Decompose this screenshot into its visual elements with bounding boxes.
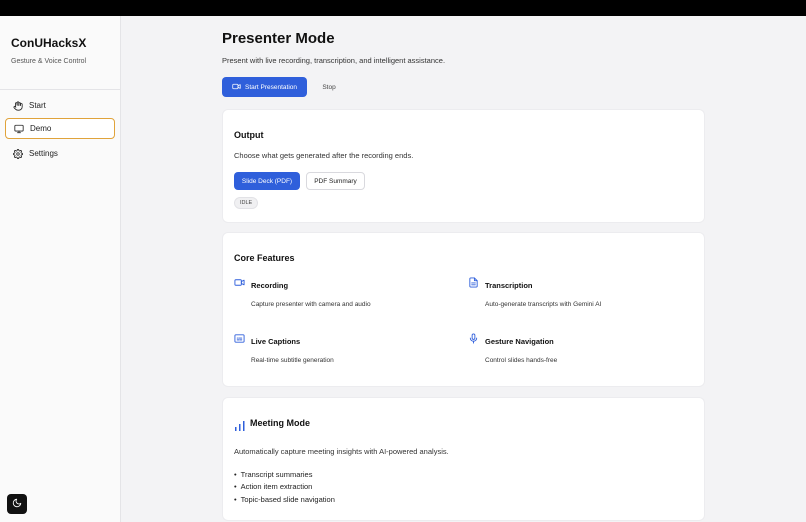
start-presentation-button[interactable]: Start Presentation bbox=[222, 77, 307, 97]
status-badge: IDLE bbox=[234, 197, 259, 209]
meeting-mode-title: Meeting Mode bbox=[250, 418, 310, 428]
feature-title: Recording bbox=[251, 281, 289, 290]
meeting-mode-card: Meeting Mode Automatically capture meeti… bbox=[222, 397, 705, 521]
sidebar-item-start[interactable]: Start bbox=[5, 95, 115, 116]
stop-button[interactable]: Stop bbox=[314, 77, 344, 97]
output-description: Choose what gets generated after the rec… bbox=[234, 151, 414, 160]
page-title: Presenter Mode bbox=[222, 30, 335, 47]
document-icon bbox=[468, 275, 479, 288]
slide-deck-option-button[interactable]: Slide Deck (PDF) bbox=[234, 172, 300, 190]
feature-description: Capture presenter with camera and audio bbox=[251, 301, 371, 308]
core-features-card: Core Features Recording Capture presente… bbox=[222, 232, 705, 387]
sidebar-item-demo[interactable]: Demo bbox=[5, 118, 115, 139]
gear-icon bbox=[13, 148, 23, 159]
video-icon bbox=[232, 82, 241, 93]
sidebar-item-label: Settings bbox=[29, 149, 58, 158]
sidebar: ConUHacksX Gesture & Voice Control Start… bbox=[0, 16, 121, 522]
meeting-mode-description: Automatically capture meeting insights w… bbox=[234, 447, 449, 456]
moon-icon bbox=[12, 495, 22, 513]
window-top-bar bbox=[0, 0, 806, 16]
page-subtitle: Present with live recording, transcripti… bbox=[222, 56, 446, 65]
sidebar-item-label: Demo bbox=[30, 124, 52, 133]
list-item: Transcript summaries bbox=[234, 468, 335, 481]
meeting-features-list: Transcript summaries Action item extract… bbox=[234, 468, 335, 506]
microphone-icon bbox=[468, 331, 479, 344]
theme-toggle-button[interactable] bbox=[7, 494, 27, 514]
sidebar-item-settings[interactable]: Settings bbox=[5, 143, 115, 164]
sidebar-divider bbox=[0, 89, 121, 90]
list-item: Action item extraction bbox=[234, 481, 335, 494]
app-tagline: Gesture & Voice Control bbox=[11, 58, 87, 65]
app-brand: ConUHacksX bbox=[11, 36, 87, 50]
video-icon bbox=[234, 275, 245, 286]
feature-description: Auto-generate transcripts with Gemini AI bbox=[485, 301, 602, 308]
feature-title: Gesture Navigation bbox=[485, 337, 554, 346]
feature-description: Control slides hands-free bbox=[485, 357, 558, 364]
feature-title: Live Captions bbox=[251, 337, 301, 346]
bar-chart-icon bbox=[234, 419, 246, 431]
captions-icon bbox=[234, 331, 245, 343]
sidebar-item-label: Start bbox=[29, 101, 46, 110]
hand-icon bbox=[13, 100, 23, 111]
core-features-title: Core Features bbox=[234, 253, 295, 263]
start-presentation-label: Start Presentation bbox=[244, 83, 298, 91]
monitor-icon bbox=[14, 124, 24, 134]
feature-description: Real-time subtitle generation bbox=[251, 357, 334, 364]
pdf-summary-option-button[interactable]: PDF Summary bbox=[306, 172, 365, 190]
output-title: Output bbox=[234, 130, 264, 140]
list-item: Topic-based slide navigation bbox=[234, 493, 335, 506]
feature-title: Transcription bbox=[485, 281, 533, 290]
output-card: Output Choose what gets generated after … bbox=[222, 109, 705, 223]
